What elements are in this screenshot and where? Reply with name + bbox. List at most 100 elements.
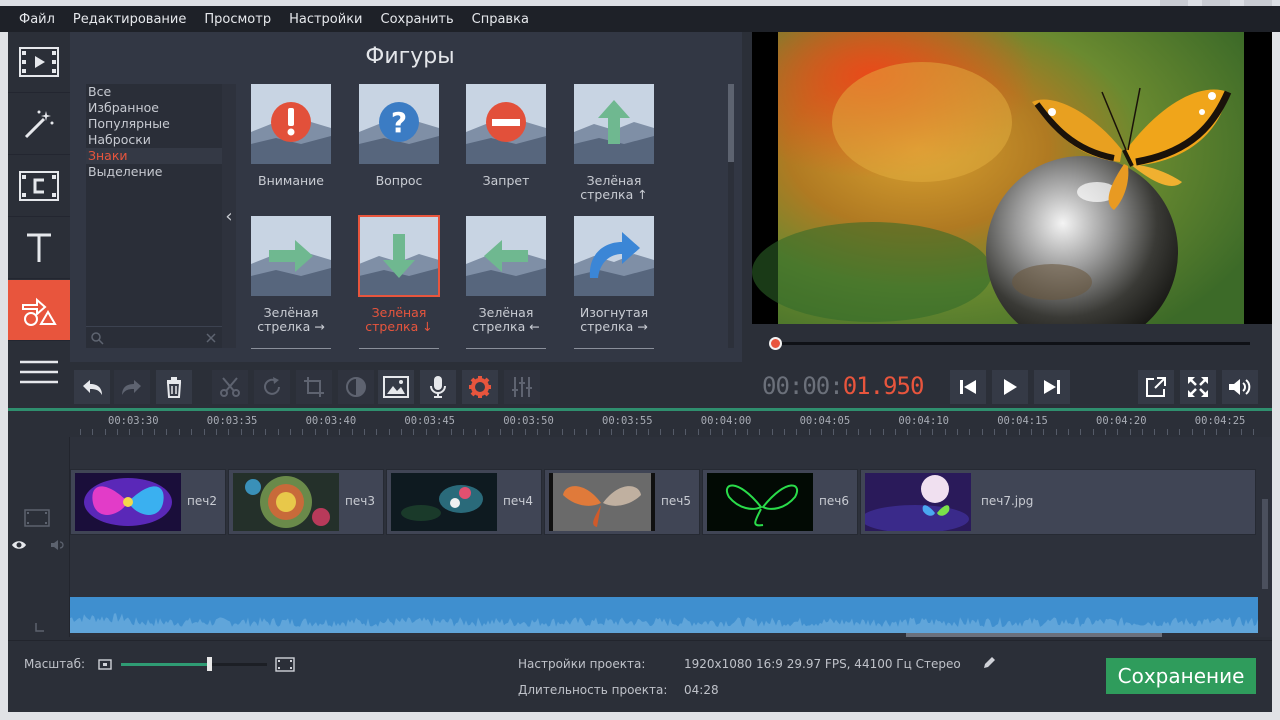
- color-adjust-button[interactable]: [338, 370, 374, 404]
- shape-tile-no-entry[interactable]: Запрет: [466, 84, 546, 188]
- timeline-horizontal-scrollbar[interactable]: [906, 633, 1162, 637]
- export-frame-button[interactable]: [1138, 370, 1174, 404]
- previous-button[interactable]: [950, 370, 986, 404]
- category-all[interactable]: Все: [86, 84, 222, 100]
- zoom-in-icon[interactable]: [275, 657, 295, 672]
- record-audio-button[interactable]: [420, 370, 456, 404]
- shape-tile-arrow-up[interactable]: Зелёная стрелка ↑: [574, 84, 654, 202]
- menu-help[interactable]: Справка: [472, 12, 529, 27]
- timeline-lanes[interactable]: печ2 печ3 печ4 печ5 печ6 печ7.jpg: [70, 437, 1272, 637]
- settings-button[interactable]: [462, 370, 498, 404]
- zoom-slider-handle[interactable]: [206, 657, 212, 671]
- volume-button[interactable]: [1222, 370, 1258, 404]
- fullscreen-icon: [1188, 377, 1208, 397]
- ruler-tick-label: 00:04:25: [1194, 415, 1246, 427]
- timeline-clip[interactable]: печ4: [386, 469, 542, 535]
- video-preview[interactable]: [752, 32, 1272, 324]
- rotate-button[interactable]: [254, 370, 290, 404]
- category-favorites[interactable]: Избранное: [86, 100, 222, 116]
- shape-tile-arrow-down[interactable]: Зелёная стрелка ↓: [358, 215, 440, 334]
- ruler-minor-tick: [1179, 429, 1181, 435]
- shape-tile-question[interactable]: ? Вопрос: [359, 84, 439, 188]
- menu-edit[interactable]: Редактирование: [73, 12, 186, 27]
- fullscreen-button[interactable]: [1180, 370, 1216, 404]
- menu-save[interactable]: Сохранить: [381, 12, 454, 27]
- ruler-minor-tick: [1216, 429, 1218, 435]
- svg-text:?: ?: [391, 106, 407, 139]
- next-row-divider: [574, 348, 654, 349]
- visibility-eye-icon[interactable]: [11, 540, 27, 550]
- tile-label: Зелёная стрелка ↓: [365, 305, 433, 334]
- timeline-clip[interactable]: печ7.jpg: [860, 469, 1256, 535]
- seek-bar[interactable]: [752, 326, 1272, 360]
- ruler-minor-tick: [1117, 429, 1119, 435]
- ruler-minor-tick: [981, 429, 983, 435]
- rail-text[interactable]: [8, 218, 70, 279]
- menu-settings[interactable]: Настройки: [289, 12, 362, 27]
- ruler-tick-label: 00:03:35: [206, 415, 258, 427]
- category-signs[interactable]: Знаки: [86, 148, 222, 164]
- shape-tile-warning[interactable]: Внимание: [251, 84, 331, 188]
- delete-button[interactable]: [156, 370, 192, 404]
- crop-button[interactable]: [296, 370, 332, 404]
- scrollbar-thumb[interactable]: [1262, 499, 1268, 589]
- pencil-icon[interactable]: [982, 656, 996, 670]
- ruler-minor-tick: [327, 429, 328, 435]
- timeline-clip[interactable]: печ6: [702, 469, 858, 535]
- next-button[interactable]: [1034, 370, 1070, 404]
- category-popular[interactable]: Популярные: [86, 116, 222, 132]
- ruler-minor-tick: [1018, 429, 1020, 435]
- play-button[interactable]: [992, 370, 1028, 404]
- undo-button[interactable]: [74, 370, 110, 404]
- ruler-minor-tick: [623, 429, 625, 435]
- cut-button[interactable]: [212, 370, 248, 404]
- shape-tile-arrow-left[interactable]: Зелёная стрелка ←: [466, 216, 546, 334]
- ruler-minor-tick: [895, 429, 897, 435]
- timecode-current: 01.950: [842, 372, 925, 400]
- ruler-minor-tick: [289, 429, 291, 435]
- audio-waveform[interactable]: [70, 597, 1258, 633]
- ruler-minor-tick: [499, 429, 501, 435]
- tile-thumbnail: [574, 84, 654, 164]
- rail-transitions[interactable]: [8, 156, 70, 217]
- equalizer-button[interactable]: [504, 370, 540, 404]
- timeline-clip[interactable]: печ2: [70, 469, 226, 535]
- rail-shapes[interactable]: [8, 280, 70, 341]
- menu-file[interactable]: Файл: [19, 12, 55, 27]
- shape-tile-arrow-right[interactable]: Зелёная стрелка →: [251, 216, 331, 334]
- panel-title: Фигуры: [365, 44, 455, 69]
- timeline-clip[interactable]: печ3: [228, 469, 384, 535]
- clip-properties-button[interactable]: [378, 370, 414, 404]
- category-highlight[interactable]: Выделение: [86, 164, 222, 180]
- rail-filters[interactable]: [8, 94, 70, 155]
- seek-handle[interactable]: [769, 337, 782, 350]
- rail-import[interactable]: [8, 32, 70, 93]
- category-sketches[interactable]: Наброски: [86, 132, 222, 148]
- save-button[interactable]: Сохранение: [1106, 658, 1256, 694]
- timeline-clip[interactable]: печ5: [544, 469, 700, 535]
- ruler-minor-tick: [722, 429, 724, 435]
- collapse-categories-button[interactable]: ‹: [222, 84, 236, 348]
- ruler-minor-tick: [1166, 429, 1168, 435]
- clip-name: печ3: [345, 494, 375, 508]
- waveform-graphic: [70, 613, 1258, 633]
- shape-tile-curved-arrow[interactable]: Изогнутая стрелка →: [574, 216, 654, 334]
- category-search[interactable]: [86, 326, 222, 348]
- zoom-out-icon[interactable]: [98, 659, 112, 670]
- redo-button[interactable]: [114, 370, 150, 404]
- tiles-scrollbar[interactable]: [728, 84, 734, 348]
- scrollbar-thumb[interactable]: [728, 84, 734, 162]
- ruler-minor-tick: [1055, 429, 1057, 435]
- ruler-minor-tick: [512, 429, 514, 435]
- timeline-vertical-scrollbar[interactable]: [1258, 469, 1272, 629]
- mute-track-icon[interactable]: [50, 539, 64, 551]
- time-ruler[interactable]: 00:03:30 00:03:35 00:03:40 00:03:45 00:03:50…: [70, 411, 1272, 437]
- ruler-minor-tick: [1129, 429, 1131, 435]
- menu-view[interactable]: Просмотр: [204, 12, 271, 27]
- ruler-minor-tick: [598, 429, 600, 435]
- rail-more[interactable]: [8, 342, 70, 403]
- tile-thumbnail: [251, 84, 331, 164]
- tile-label: Вопрос: [375, 173, 423, 188]
- seek-track[interactable]: [776, 342, 1250, 345]
- clear-icon[interactable]: [206, 333, 216, 343]
